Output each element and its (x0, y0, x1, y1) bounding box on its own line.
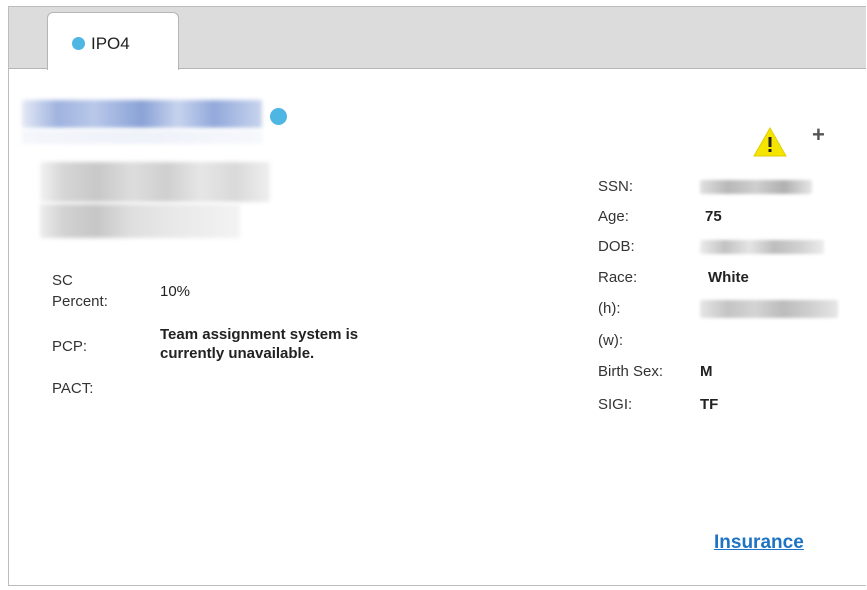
race-value: White (708, 269, 749, 286)
sc-label-line1: SC (52, 272, 73, 289)
status-dot-icon (72, 37, 85, 50)
address-redacted (40, 162, 270, 202)
pact-label: PACT: (52, 380, 94, 397)
warning-icon[interactable] (752, 126, 788, 158)
tab-ipo4[interactable]: IPO4 (47, 12, 179, 70)
pcp-value-line1: Team assignment system is (160, 326, 359, 343)
sc-label-line2: Percent: (52, 293, 108, 310)
sigi-label: SIGI: (598, 396, 633, 413)
phone-w-label: (w): (598, 332, 623, 349)
birth-sex-value: M (700, 363, 713, 380)
dob-value-redacted (700, 240, 824, 254)
age-label: Age: (598, 208, 629, 225)
ssn-label: SSN: (598, 178, 634, 195)
tab-bar: IPO4 (9, 7, 866, 70)
plus-icon[interactable]: + (812, 124, 825, 146)
address-redacted-line2 (40, 204, 240, 238)
phone-h-value-redacted (700, 300, 838, 318)
sigi-value: TF (700, 396, 719, 413)
tab-label: IPO4 (91, 34, 130, 53)
patient-name-redacted-shadow (22, 130, 262, 144)
dob-label: DOB: (598, 238, 635, 255)
birth-sex-label: Birth Sex: (598, 363, 664, 380)
patient-card: IPO4 (8, 6, 866, 586)
sc-value: 10% (160, 283, 191, 300)
phone-h-label: (h): (598, 300, 621, 317)
race-label: Race: (598, 269, 638, 286)
ssn-value-redacted (700, 180, 812, 194)
insurance-link[interactable]: Insurance (714, 532, 804, 554)
patient-name-redacted (22, 100, 262, 128)
pcp-label: PCP: (52, 338, 88, 355)
age-value: 75 (705, 208, 722, 225)
pcp-value-line2: currently unavailable. (160, 345, 315, 362)
status-dot-icon (270, 108, 287, 125)
